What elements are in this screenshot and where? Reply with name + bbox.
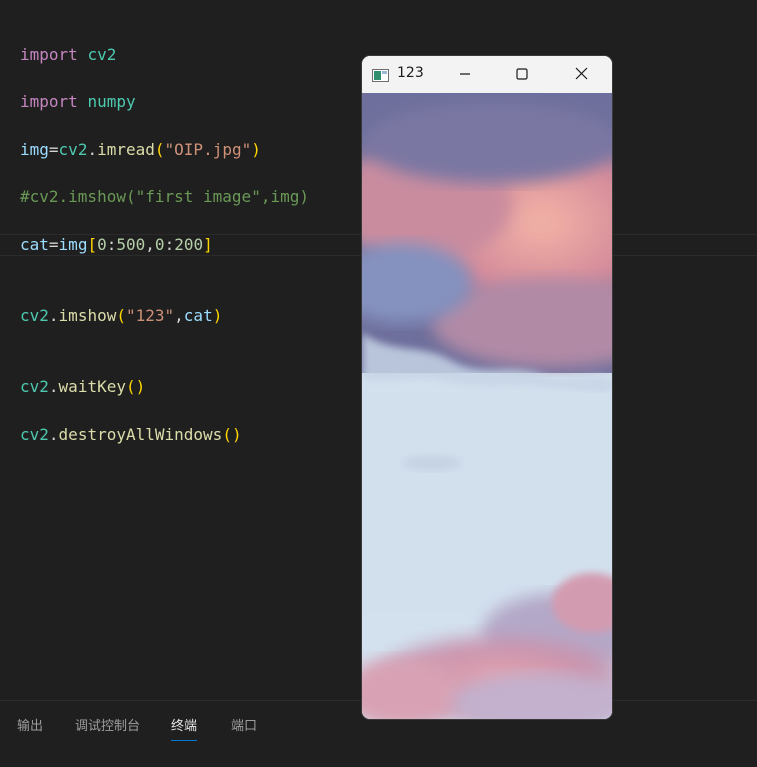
- code-token: ,: [145, 235, 155, 254]
- code-token: :: [164, 235, 175, 254]
- code-token: cv2: [20, 377, 49, 396]
- app-root: import cv2 import numpy img=cv2.imread("…: [0, 0, 757, 767]
- code-token: import: [20, 45, 78, 64]
- code-token: (): [222, 425, 242, 444]
- code-line-2[interactable]: import numpy: [20, 91, 136, 113]
- code-token: (: [116, 306, 126, 325]
- code-token: .: [48, 377, 59, 396]
- code-line-4[interactable]: #cv2.imshow("first image",img): [20, 186, 309, 208]
- image-window-titlebar[interactable]: 123: [362, 56, 612, 93]
- code-token: cv2: [20, 306, 49, 325]
- code-token: 0: [154, 235, 165, 254]
- code-token: #cv2.imshow("first image",img): [20, 187, 309, 206]
- code-token: img: [20, 140, 49, 159]
- minimize-button[interactable]: [442, 56, 488, 93]
- code-token: .: [87, 140, 98, 159]
- code-line-3[interactable]: img=cv2.imread("OIP.jpg"): [20, 139, 261, 161]
- code-token: cat: [183, 306, 213, 325]
- tab-terminal[interactable]: 终端: [171, 715, 198, 741]
- maximize-icon: [516, 65, 528, 84]
- code-token: "123": [125, 306, 175, 325]
- image-window-title: 123: [397, 65, 424, 81]
- code-token: 0: [97, 235, 107, 254]
- code-token: .: [48, 425, 59, 444]
- code-token: ): [251, 140, 261, 159]
- close-icon: [575, 65, 588, 84]
- code-token: cat: [20, 235, 49, 254]
- code-line-5[interactable]: cat=img[0:500,0:200]: [20, 234, 213, 256]
- tab-ports[interactable]: 端口: [231, 715, 257, 740]
- code-token: waitKey: [58, 377, 126, 396]
- maximize-button[interactable]: [499, 56, 545, 93]
- minimize-icon: [459, 65, 471, 84]
- code-token: =: [48, 235, 59, 254]
- code-token: img: [58, 235, 88, 254]
- code-token: :: [106, 235, 117, 254]
- code-token: import: [20, 92, 78, 111]
- code-token: cv2: [20, 425, 49, 444]
- code-token: imshow: [58, 306, 117, 325]
- sky-clouds-image: [362, 93, 612, 719]
- opencv-window-icon: [372, 67, 389, 82]
- code-line-6[interactable]: cv2.imshow("123",cat): [20, 305, 222, 327]
- code-token: cv2: [87, 45, 117, 64]
- code-token: "OIP.jpg": [164, 140, 252, 159]
- code-token: numpy: [87, 92, 136, 111]
- tab-output[interactable]: 输出: [17, 715, 43, 740]
- code-token: destroyAllWindows: [58, 425, 223, 444]
- code-line-7[interactable]: cv2.waitKey(): [20, 376, 145, 398]
- tab-debug-console[interactable]: 调试控制台: [75, 715, 140, 740]
- code-token: (): [125, 377, 146, 396]
- code-token: imread: [97, 140, 155, 159]
- code-token: 200: [174, 235, 204, 254]
- code-token: ): [212, 306, 223, 325]
- code-token: (: [154, 140, 165, 159]
- code-token: cv2: [58, 140, 88, 159]
- code-token: [: [87, 235, 98, 254]
- close-button[interactable]: [558, 56, 604, 93]
- image-window[interactable]: 123: [362, 56, 612, 719]
- code-token: =: [48, 140, 59, 159]
- code-token: 500: [116, 235, 146, 254]
- code-line-1[interactable]: import cv2: [20, 44, 116, 66]
- code-token: ]: [203, 235, 213, 254]
- code-token: ,: [174, 306, 184, 325]
- code-token: .: [48, 306, 59, 325]
- code-line-8[interactable]: cv2.destroyAllWindows(): [20, 424, 242, 446]
